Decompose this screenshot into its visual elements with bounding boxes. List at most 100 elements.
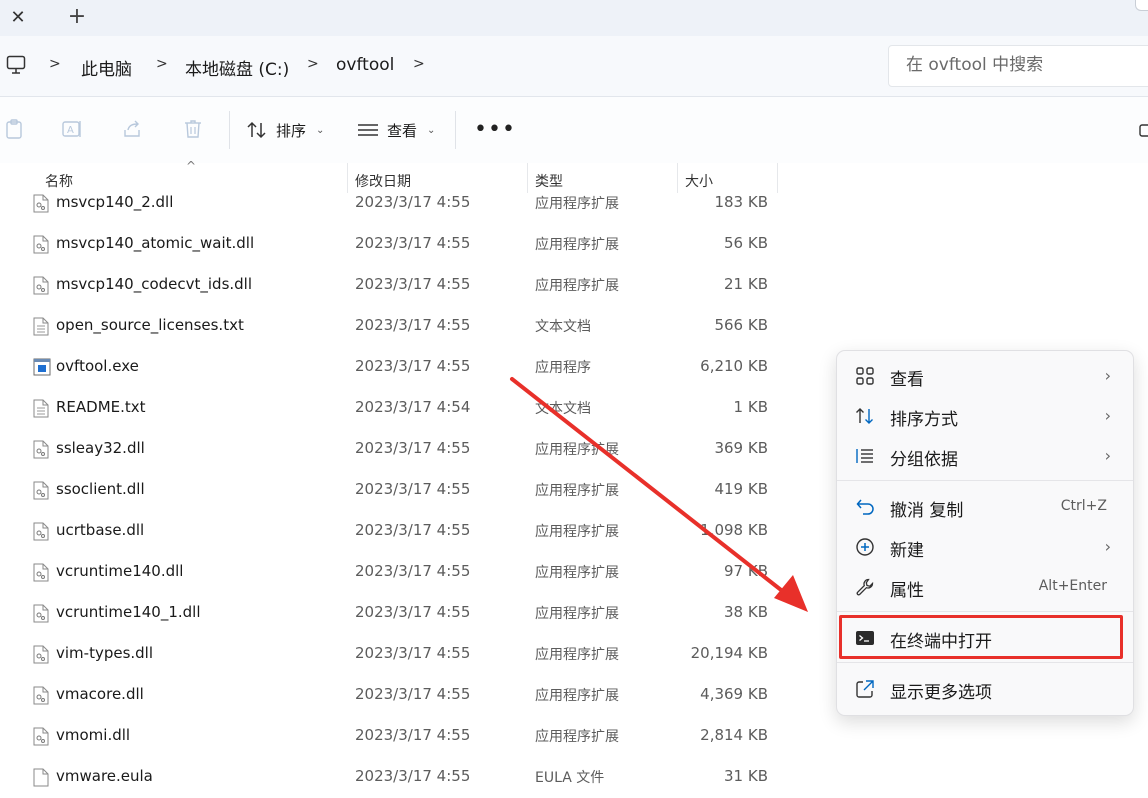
file-date: 2023/3/17 4:55 (355, 439, 471, 457)
dll-file-icon (33, 604, 49, 623)
annotation-highlight-box (839, 615, 1123, 659)
rename-icon[interactable]: A (61, 118, 83, 140)
file-name: msvcp140_2.dll (56, 193, 174, 211)
menu-item-undo-copy[interactable]: 撤消 复制 Ctrl+Z (837, 487, 1133, 527)
search-input[interactable] (906, 55, 1146, 75)
share-icon[interactable] (121, 118, 143, 140)
file-name: vmomi.dll (56, 726, 131, 744)
toolbar-separator (229, 111, 230, 149)
file-type: 应用程序扩展 (535, 237, 619, 253)
file-date: 2023/3/17 4:55 (355, 644, 471, 662)
view-label: 查看 (387, 121, 418, 140)
file-date: 2023/3/17 4:55 (355, 480, 471, 498)
more-options-button[interactable]: ••• (474, 117, 516, 142)
command-bar: A 排序 ⌄ 查看 ⌄ ••• (0, 97, 1148, 164)
chevron-right-icon[interactable]: > (49, 56, 61, 72)
sort-arrows-icon (247, 121, 266, 139)
file-name: vmacore.dll (56, 685, 144, 703)
file-row[interactable]: ssoclient.dll 2023/3/17 4:55 应用程序扩展 419 KB (0, 471, 790, 511)
menu-item-label: 撤消 复制 (890, 501, 964, 521)
file-row[interactable]: ssleay32.dll 2023/3/17 4:55 应用程序扩展 369 KB (0, 430, 790, 470)
file-size: 183 KB (714, 193, 768, 211)
dll-file-icon (33, 194, 49, 213)
more-options-icon (856, 680, 874, 698)
file-row[interactable]: ucrtbase.dll 2023/3/17 4:55 应用程序扩展 1,098 KB (0, 512, 790, 552)
menu-item-new[interactable]: 新建 › (837, 527, 1133, 567)
file-name: ucrtbase.dll (56, 521, 145, 539)
file-row[interactable]: vmomi.dll 2023/3/17 4:55 应用程序扩展 2,814 KB (0, 717, 790, 757)
dll-file-icon (33, 522, 49, 541)
chevron-right-icon: › (1104, 537, 1111, 556)
menu-item-view[interactable]: 查看 › (837, 356, 1133, 396)
file-row[interactable]: vcruntime140_1.dll 2023/3/17 4:55 应用程序扩展 38… (0, 594, 790, 634)
file-row[interactable]: vmacore.dll 2023/3/17 4:55 应用程序扩展 4,369 KB (0, 676, 790, 716)
dll-file-icon (33, 686, 49, 705)
file-type: 应用程序 (535, 360, 591, 376)
sort-button[interactable]: 排序 ⌄ (246, 117, 324, 143)
file-row[interactable]: README.txt 2023/3/17 4:54 文本文档 1 KB (0, 389, 790, 429)
details-pane-icon[interactable] (1139, 124, 1148, 138)
search-box[interactable] (888, 45, 1148, 87)
menu-item-show-more-options[interactable]: 显示更多选项 (837, 669, 1133, 709)
file-date: 2023/3/17 4:55 (355, 193, 471, 211)
file-size: 20,194 KB (690, 644, 768, 662)
chevron-right-icon: › (1104, 446, 1111, 465)
file-date: 2023/3/17 4:55 (355, 767, 471, 785)
dll-file-icon (33, 727, 49, 746)
menu-item-sort-by[interactable]: 排序方式 › (837, 396, 1133, 436)
file-type: 应用程序扩展 (535, 688, 619, 704)
new-tab-button[interactable]: + (64, 6, 90, 30)
paste-icon[interactable] (3, 118, 25, 140)
file-date: 2023/3/17 4:55 (355, 726, 471, 744)
computer-icon[interactable] (6, 54, 26, 76)
menu-item-label: 新建 (890, 541, 924, 561)
file-size: 4,369 KB (700, 685, 768, 703)
breadcrumb-local-disk[interactable]: 本地磁盘 (C:) (185, 55, 289, 80)
file-name: README.txt (56, 398, 146, 416)
file-row[interactable]: msvcp140_codecvt_ids.dll 2023/3/17 4:55 应用… (0, 266, 790, 306)
exe-file-icon (33, 358, 51, 377)
address-bar: > 此电脑 > 本地磁盘 (C:) > ovftool > (0, 36, 1148, 97)
file-row[interactable]: msvcp140_atomic_wait.dll 2023/3/17 4:55 应用… (0, 225, 790, 265)
file-row[interactable]: vim-types.dll 2023/3/17 4:55 应用程序扩展 20,194 … (0, 635, 790, 675)
file-type: 应用程序扩展 (535, 565, 619, 581)
menu-item-properties[interactable]: 属性 Alt+Enter (837, 567, 1133, 607)
dll-file-icon (33, 235, 49, 254)
chevron-right-icon[interactable]: > (307, 56, 319, 72)
file-date: 2023/3/17 4:55 (355, 603, 471, 621)
sort-arrows-icon (856, 408, 873, 424)
file-row[interactable]: open_source_licenses.txt 2023/3/17 4:55 文本… (0, 307, 790, 347)
file-name: ssleay32.dll (56, 439, 145, 457)
menu-item-label: 分组依据 (890, 450, 958, 470)
file-name: msvcp140_atomic_wait.dll (56, 234, 255, 252)
file-name: open_source_licenses.txt (56, 316, 244, 334)
file-type: 应用程序扩展 (535, 606, 619, 622)
file-row[interactable]: ovftool.exe 2023/3/17 4:55 应用程序 6,210 KB (0, 348, 790, 388)
close-tab-icon[interactable]: ✕ (4, 6, 32, 30)
file-row[interactable]: vmware.eula 2023/3/17 4:55 EULA 文件 31 KB (0, 758, 790, 798)
menu-item-group-by[interactable]: 分组依据 › (837, 436, 1133, 476)
file-row[interactable]: msvcp140_2.dll 2023/3/17 4:55 应用程序扩展 183 KB (0, 184, 790, 224)
file-size: 56 KB (724, 234, 768, 252)
view-button[interactable]: 查看 ⌄ (357, 117, 435, 143)
chevron-right-icon[interactable]: > (156, 56, 168, 72)
breadcrumb-ovftool[interactable]: ovftool (336, 55, 394, 75)
file-name: vmware.eula (56, 767, 153, 785)
delete-icon[interactable] (182, 118, 204, 140)
chevron-right-icon[interactable]: > (413, 56, 425, 72)
file-name: vcruntime140_1.dll (56, 603, 201, 621)
sort-ascending-icon: ^ (186, 159, 197, 173)
toolbar-separator (455, 111, 456, 149)
dll-file-icon (33, 645, 49, 664)
file-size: 38 KB (724, 603, 768, 621)
menu-item-label: 属性 (890, 581, 924, 601)
breadcrumb-this-pc[interactable]: 此电脑 (81, 55, 132, 80)
file-date: 2023/3/17 4:55 (355, 234, 471, 252)
file-row[interactable]: vcruntime140.dll 2023/3/17 4:55 应用程序扩展 97 K… (0, 553, 790, 593)
file-type: 应用程序扩展 (535, 278, 619, 294)
file-size: 566 KB (714, 316, 768, 334)
tab-strip: ✕ + (0, 0, 1148, 36)
file-date: 2023/3/17 4:55 (355, 316, 471, 334)
new-plus-icon (856, 538, 874, 556)
chevron-down-icon: ⌄ (316, 124, 325, 136)
